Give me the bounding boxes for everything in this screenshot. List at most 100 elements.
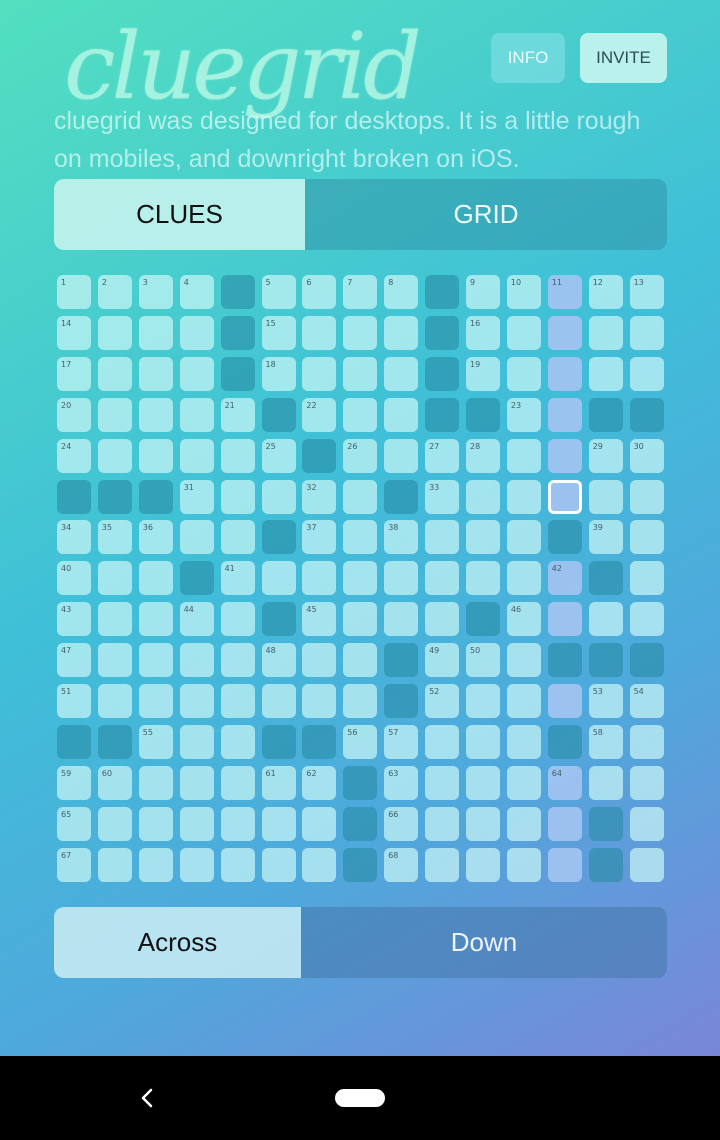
down-button[interactable]: Down [301, 907, 667, 978]
grid-cell[interactable] [220, 520, 255, 555]
grid-cell[interactable] [220, 643, 255, 678]
grid-cell[interactable] [97, 561, 132, 596]
grid-cell[interactable] [384, 438, 419, 473]
grid-cell[interactable]: 13 [629, 275, 664, 309]
grid-cell[interactable] [220, 438, 255, 473]
grid-cell[interactable]: 14 [57, 315, 91, 350]
grid-cell[interactable] [138, 806, 173, 841]
grid-cell[interactable]: 68 [384, 847, 419, 882]
grid-cell[interactable] [343, 684, 378, 718]
grid-cell[interactable]: 8 [384, 275, 419, 309]
grid-cell[interactable] [506, 520, 541, 555]
grid-cell[interactable] [179, 356, 214, 391]
grid-cell[interactable] [343, 520, 378, 555]
grid-cell[interactable] [179, 643, 214, 678]
grid-cell[interactable] [506, 356, 541, 391]
grid-cell[interactable]: 43 [57, 602, 91, 637]
grid-cell[interactable]: 56 [343, 724, 378, 759]
grid-cell[interactable] [629, 479, 664, 514]
grid-cell[interactable]: 44 [179, 602, 214, 637]
grid-cell[interactable] [97, 847, 132, 882]
grid-cell[interactable] [220, 724, 255, 759]
grid-cell[interactable] [588, 602, 623, 637]
grid-cell[interactable]: 33 [425, 479, 460, 514]
grid-cell[interactable]: 4 [179, 275, 214, 309]
grid-cell[interactable] [506, 479, 541, 514]
chevron-left-icon[interactable] [137, 1086, 157, 1110]
grid-cell[interactable] [261, 479, 296, 514]
grid-cell[interactable] [506, 847, 541, 882]
grid-cell[interactable]: 10 [506, 275, 541, 309]
grid-cell[interactable] [343, 643, 378, 678]
grid-cell[interactable] [466, 724, 500, 759]
grid-cell[interactable] [302, 847, 337, 882]
grid-cell[interactable] [425, 765, 460, 800]
grid-cell[interactable] [302, 806, 337, 841]
grid-cell[interactable] [588, 479, 623, 514]
grid-cell[interactable] [547, 356, 582, 391]
grid-cell[interactable] [97, 643, 132, 678]
grid-cell[interactable] [138, 602, 173, 637]
grid-cell[interactable]: 11 [547, 275, 582, 309]
grid-cell[interactable] [343, 561, 378, 596]
grid-cell[interactable] [547, 315, 582, 350]
grid-cell[interactable]: 26 [343, 438, 378, 473]
grid-cell[interactable] [220, 806, 255, 841]
grid-cell[interactable] [179, 806, 214, 841]
grid-cell[interactable] [179, 438, 214, 473]
grid-cell[interactable] [343, 397, 378, 432]
grid-cell[interactable]: 27 [425, 438, 460, 473]
grid-cell[interactable]: 15 [261, 315, 296, 350]
grid-cell[interactable]: 39 [588, 520, 623, 555]
grid-cell[interactable]: 29 [588, 438, 623, 473]
grid-cell[interactable] [220, 765, 255, 800]
grid-cell[interactable]: 40 [57, 561, 91, 596]
grid-cell[interactable]: 67 [57, 847, 91, 882]
grid-cell[interactable] [261, 806, 296, 841]
grid-cell[interactable] [547, 847, 582, 882]
grid-cell[interactable] [97, 684, 132, 718]
grid-cell[interactable]: 20 [57, 397, 91, 432]
grid-cell[interactable]: 65 [57, 806, 91, 841]
grid-cell[interactable] [588, 765, 623, 800]
grid-cell[interactable] [547, 602, 582, 637]
grid-cell[interactable] [179, 765, 214, 800]
grid-cell[interactable]: 31 [179, 479, 214, 514]
grid-cell[interactable]: 25 [261, 438, 296, 473]
grid-cell[interactable] [138, 643, 173, 678]
grid-cell[interactable] [97, 315, 132, 350]
grid-cell[interactable]: 64 [547, 765, 582, 800]
grid-cell[interactable] [220, 847, 255, 882]
grid-cell[interactable]: 41 [220, 561, 255, 596]
grid-cell[interactable] [506, 438, 541, 473]
grid-cell[interactable] [179, 684, 214, 718]
grid-cell[interactable] [547, 684, 582, 718]
grid-cell[interactable]: 42 [547, 561, 582, 596]
grid-cell[interactable] [138, 561, 173, 596]
grid-cell[interactable] [629, 561, 664, 596]
grid-cell[interactable]: 61 [261, 765, 296, 800]
grid-cell[interactable]: 54 [629, 684, 664, 718]
grid-cell[interactable] [588, 356, 623, 391]
grid-cell[interactable]: 35 [97, 520, 132, 555]
grid-cell[interactable] [506, 684, 541, 718]
grid-cell[interactable]: 57 [384, 724, 419, 759]
grid-cell[interactable] [629, 847, 664, 882]
home-pill-icon[interactable] [335, 1089, 385, 1107]
grid-cell[interactable] [138, 684, 173, 718]
grid-cell[interactable] [506, 561, 541, 596]
grid-cell[interactable] [302, 684, 337, 718]
grid-cell[interactable]: 53 [588, 684, 623, 718]
grid-cell[interactable]: 47 [57, 643, 91, 678]
grid-cell[interactable] [179, 315, 214, 350]
grid-cell[interactable] [425, 520, 460, 555]
grid-cell[interactable] [302, 643, 337, 678]
grid-cell[interactable] [261, 561, 296, 596]
grid-cell[interactable] [506, 315, 541, 350]
grid-cell[interactable] [506, 765, 541, 800]
grid-cell[interactable] [179, 847, 214, 882]
grid-cell[interactable]: 46 [506, 602, 541, 637]
grid-cell[interactable]: 66 [384, 806, 419, 841]
grid-cell[interactable]: 16 [466, 315, 500, 350]
grid-cell[interactable]: 52 [425, 684, 460, 718]
